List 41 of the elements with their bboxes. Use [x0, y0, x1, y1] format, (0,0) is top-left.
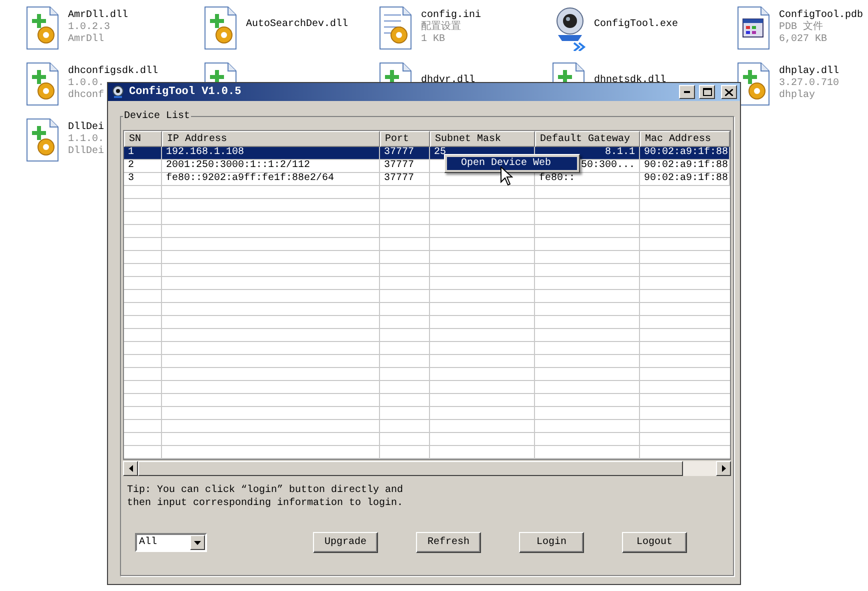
file-detail: 6,027 KB — [778, 34, 827, 46]
file-name: dhconfigsdk.dll — [68, 66, 158, 78]
file-name: config.ini — [421, 10, 482, 21]
table-cell: fe80:: — [539, 173, 576, 185]
file-detail: 3.27.0.710 — [779, 78, 840, 90]
table-cell: 8.1.1 — [604, 147, 635, 159]
table-cell: 90:02:a9:1f:88 — [644, 147, 728, 159]
file-detail: dhconf — [68, 90, 104, 102]
table-cell: 90:02:a9:1f:88 — [644, 160, 728, 172]
group-title: Device List — [123, 111, 192, 122]
file-detail: dhplay — [779, 90, 816, 102]
file-detail: 配置设置 — [421, 22, 461, 34]
table-cell: 1 — [128, 147, 134, 159]
file-name: AmrDll.dll — [68, 10, 128, 22]
file-name: ConfigTool.exe — [594, 19, 678, 31]
file-name: dhnetsdk.dll — [594, 75, 666, 87]
table-cell: fe80::9202:a9ff:fe1f:88e2/64 — [166, 173, 334, 185]
table-cell: 2001:250:3000:1::1:2/112 — [166, 160, 310, 172]
table-cell: 50:300... — [580, 160, 635, 172]
file-detail: PDB 文件 — [778, 22, 823, 34]
file-detail: 1.1.0. — [68, 134, 104, 146]
file-detail: 1.0.0. — [68, 78, 104, 90]
table-cell: 2 — [128, 160, 134, 172]
table-cell: 90:02:a9:1f:88 — [644, 173, 728, 185]
window-title: ConfigTool V1.0.5 — [129, 86, 242, 98]
file-name: ConfigTool.pdb — [778, 10, 863, 21]
file-detail: 1 KB — [421, 34, 446, 46]
table-cell: 25 — [434, 147, 446, 159]
file-detail: AmrDll — [68, 34, 104, 46]
tip-text: Tip: You can click “login” button directly and then input corresponding information to login. — [127, 484, 404, 510]
table-cell: 192.168.1.108 — [166, 147, 244, 159]
file-detail: 1.0.2.3 — [68, 22, 110, 34]
file-detail: DllDei — [68, 146, 104, 158]
table-cell: 3 — [128, 173, 134, 185]
table-cell: 37777 — [384, 173, 414, 185]
table-cell: 37777 — [384, 160, 414, 172]
file-name: dhdvr.dll — [421, 75, 476, 87]
table-cell: 37777 — [384, 147, 414, 159]
file-name: AutoSearchDev.dll — [246, 19, 348, 31]
file-name: dhplay.dll — [779, 66, 840, 78]
file-name: DllDei — [68, 122, 104, 134]
